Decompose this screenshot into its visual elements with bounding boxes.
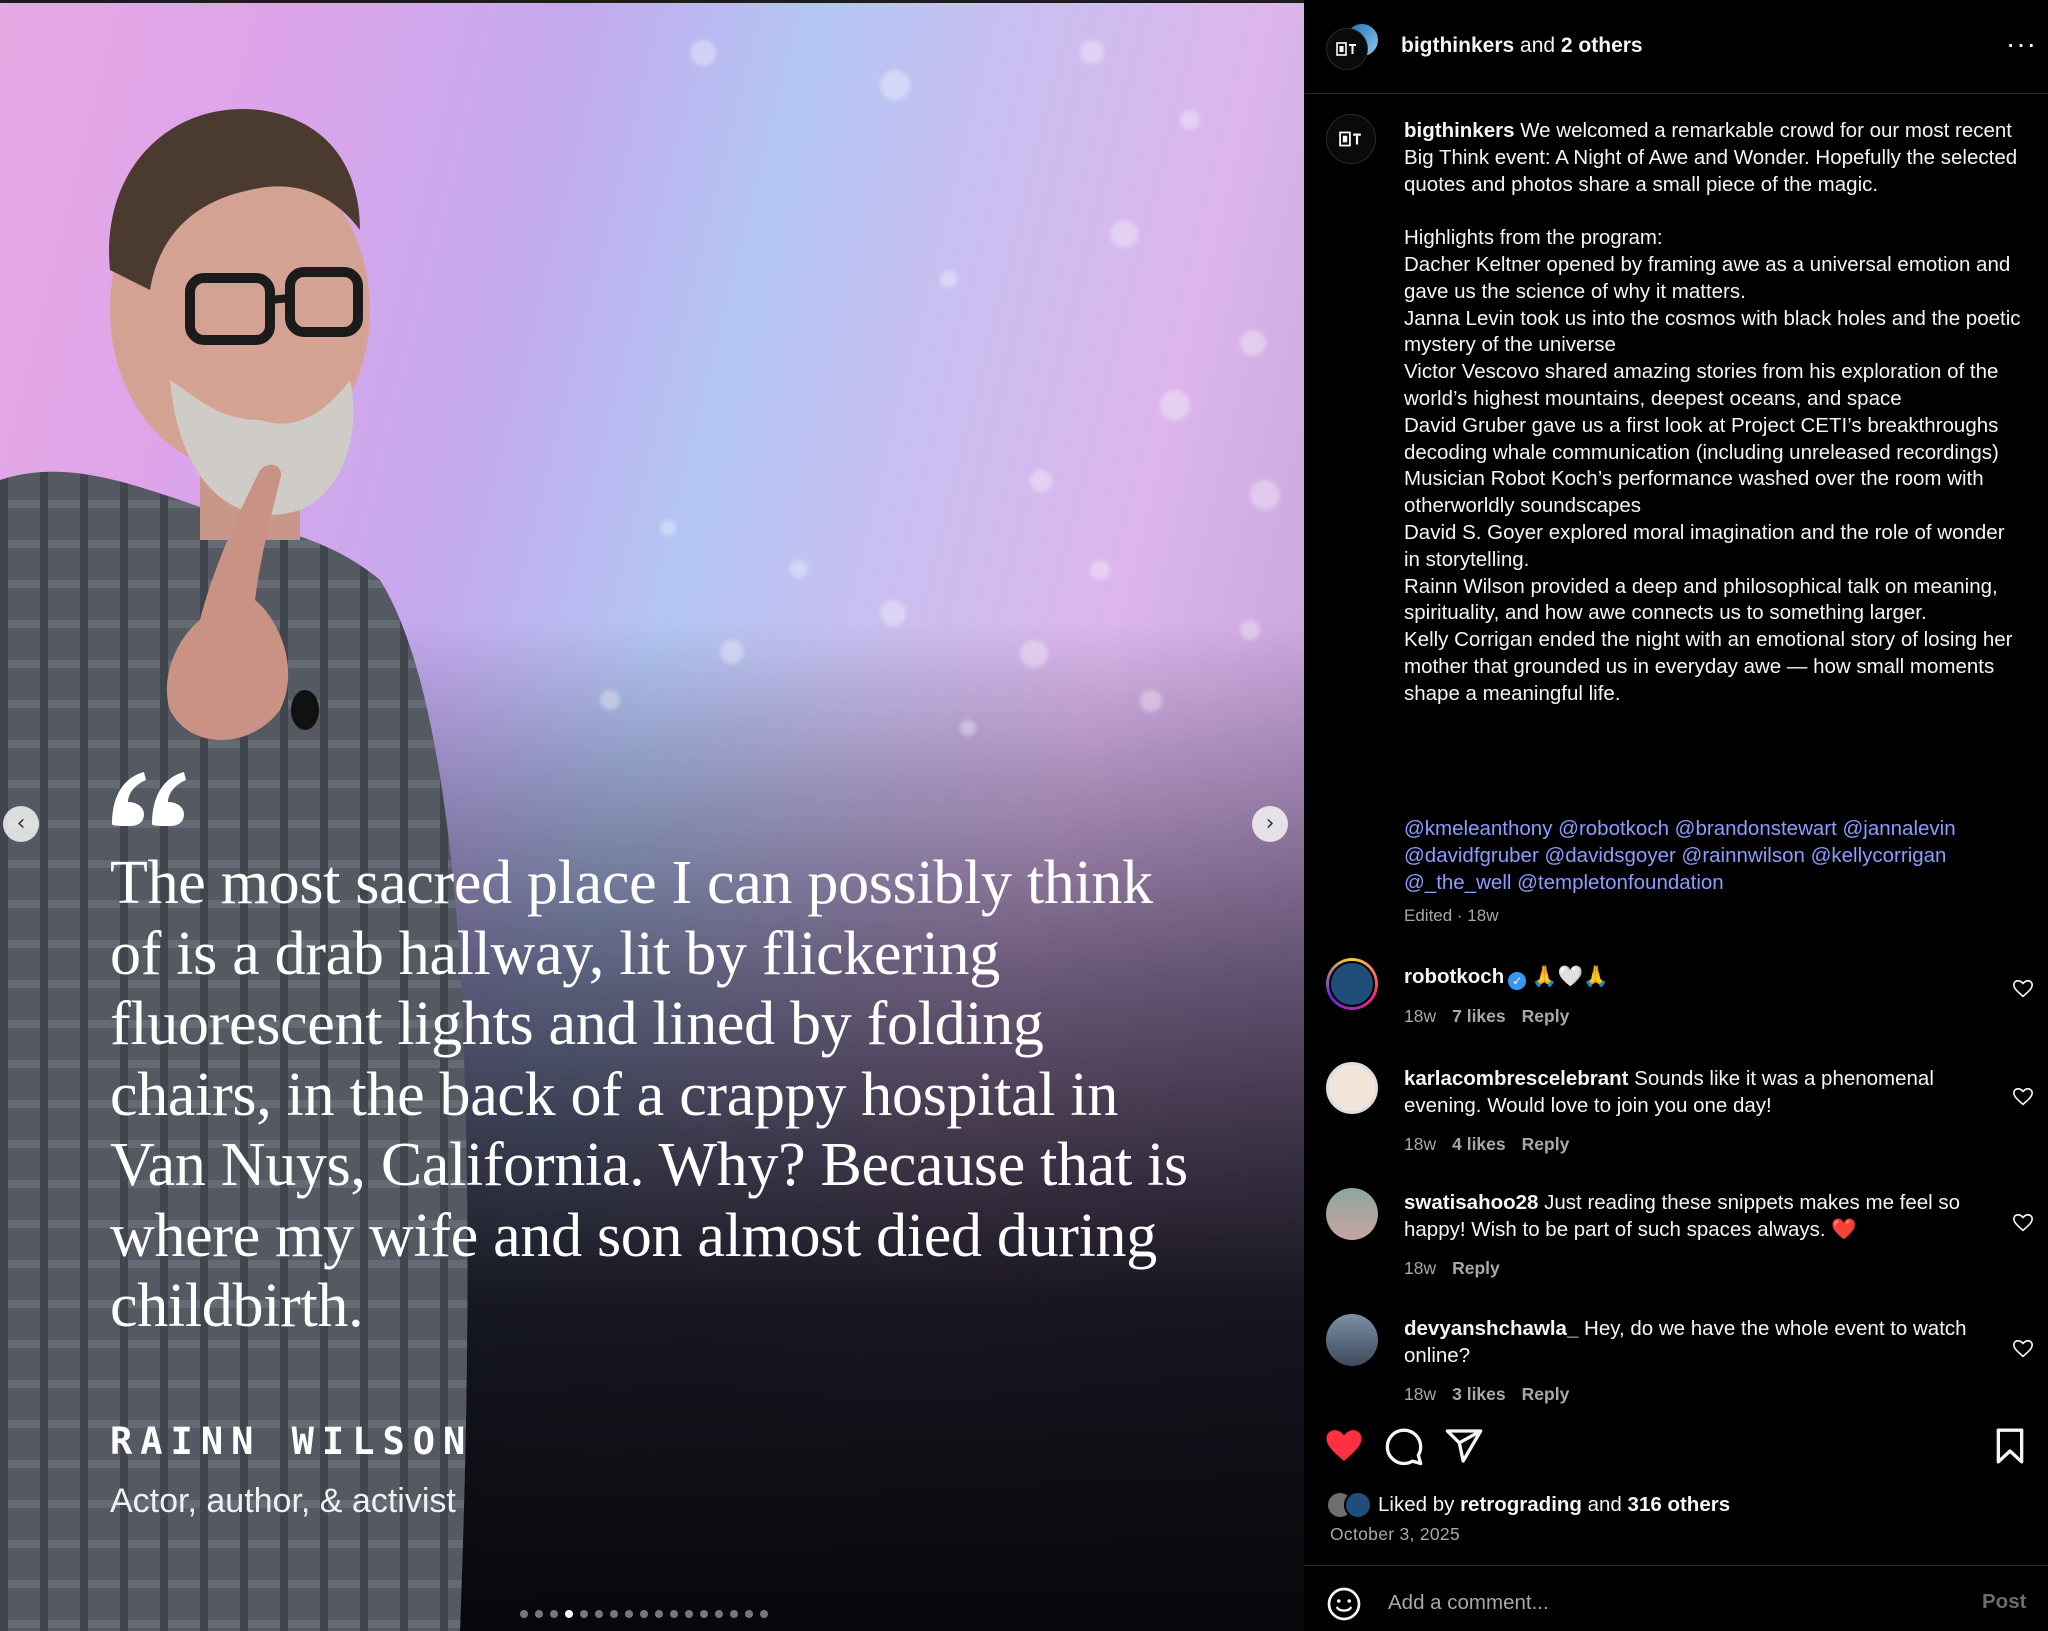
chevron-left-icon: ‹ <box>16 811 26 836</box>
speaker-name: RAINN WILSON <box>110 1420 474 1463</box>
liked-prefix: Liked by <box>1378 1493 1461 1516</box>
comment-time: 18w <box>1404 1384 1437 1404</box>
carousel-dot <box>610 1610 618 1618</box>
bigthink-logo-icon <box>1339 131 1361 147</box>
comment-username[interactable]: karlacombrescelebrant <box>1404 1067 1628 1090</box>
post-header: bigthinkers and 2 others ··· <box>1304 0 2048 94</box>
comment-time: 18w <box>1404 1134 1437 1154</box>
carousel-dot <box>760 1610 768 1618</box>
post-comment-button[interactable]: Post <box>1982 1590 2026 1614</box>
add-comment-bar: Post <box>1304 1565 2048 1631</box>
carousel-dot <box>595 1610 603 1618</box>
bookmark-icon[interactable] <box>1990 1426 2030 1466</box>
comment-bubble-icon[interactable] <box>1384 1426 1424 1466</box>
share-paper-plane-icon[interactable] <box>1444 1426 1484 1466</box>
caption-avatar[interactable] <box>1326 114 1376 164</box>
liked-others[interactable]: 316 others <box>1628 1493 1731 1516</box>
carousel-prev-button[interactable]: ‹ <box>3 806 39 842</box>
comment-meta: 18w Reply <box>1404 1258 1500 1279</box>
comment-username[interactable]: robotkoch <box>1404 965 1504 988</box>
carousel-dot <box>670 1610 678 1618</box>
carousel-dot <box>535 1610 543 1618</box>
header-others[interactable]: 2 others <box>1561 34 1643 57</box>
quote-icon <box>112 772 186 826</box>
comment-input[interactable] <box>1388 1584 1908 1622</box>
comment-text: 🙏🤍🙏 <box>1526 965 1609 988</box>
comment-likes[interactable]: 4 likes <box>1452 1134 1506 1155</box>
comment-time: 18w <box>1404 1258 1437 1278</box>
caption-username[interactable]: bigthinkers <box>1404 119 1515 142</box>
speaker-photo <box>0 109 468 1631</box>
comment-body: swatisahoo28 Just reading these snippets… <box>1404 1190 1984 1244</box>
carousel-dot <box>580 1610 588 1618</box>
carousel-dot <box>565 1610 573 1618</box>
carousel-dot <box>520 1610 528 1618</box>
post-date: October 3, 2025 <box>1330 1524 1460 1544</box>
carousel-dot <box>625 1610 633 1618</box>
liked-by-row[interactable]: Liked by retrograding and 316 others <box>1326 1490 1730 1520</box>
comment-likes[interactable]: 7 likes <box>1452 1006 1506 1027</box>
heart-outline-icon[interactable] <box>2012 1212 2034 1234</box>
comment-meta: 18w 3 likes Reply <box>1404 1384 1569 1405</box>
chevron-right-icon: › <box>1265 811 1275 836</box>
comment-username[interactable]: swatisahoo28 <box>1404 1191 1538 1214</box>
verified-badge-icon: ✓ <box>1508 972 1527 990</box>
comment-reply-button[interactable]: Reply <box>1522 1384 1570 1405</box>
comment-meta: 18w 4 likes Reply <box>1404 1134 1569 1155</box>
speaker-title: Actor, author, & activist <box>110 1482 456 1520</box>
carousel-dot <box>640 1610 648 1618</box>
carousel-dot <box>655 1610 663 1618</box>
comment-body: karlacombrescelebrant Sounds like it was… <box>1404 1066 1984 1120</box>
caption-mentions[interactable]: @kmeleanthony @robotkoch @brandonstewart… <box>1404 816 2026 896</box>
carousel-dot <box>730 1610 738 1618</box>
comment-reply-button[interactable]: Reply <box>1452 1258 1500 1279</box>
carousel-dot <box>550 1610 558 1618</box>
author-avatar[interactable] <box>1326 28 1368 70</box>
carousel-dots <box>520 1610 768 1618</box>
bigthink-logo-icon <box>1336 42 1356 56</box>
more-options-icon[interactable]: ··· <box>2006 30 2037 58</box>
comment-body: robotkoch ✓ 🙏🤍🙏 <box>1404 964 1984 991</box>
like-heart-filled-icon[interactable] <box>1324 1426 1364 1466</box>
header-title[interactable]: bigthinkers and 2 others <box>1401 34 1643 58</box>
liked-user[interactable]: retrograding <box>1460 1493 1582 1516</box>
comment-avatar[interactable] <box>1326 1188 1378 1240</box>
heart-outline-icon[interactable] <box>2012 978 2034 1000</box>
comment-meta: 18w 7 likes Reply <box>1404 1006 1569 1027</box>
comment-reply-button[interactable]: Reply <box>1522 1006 1570 1027</box>
carousel-dot <box>715 1610 723 1618</box>
heart-outline-icon[interactable] <box>2012 1086 2034 1108</box>
quote-text: The most sacred place I can possibly thi… <box>110 849 1188 1340</box>
post-actions <box>1304 1418 2048 1478</box>
caption-body: We welcomed a remarkable crowd for our m… <box>1404 119 2021 705</box>
carousel-next-button[interactable]: › <box>1252 806 1288 842</box>
carousel-dot <box>685 1610 693 1618</box>
comment-body: devyanshchawla_ Hey, do we have the whol… <box>1404 1316 1984 1370</box>
emoji-icon[interactable] <box>1326 1586 1362 1622</box>
carousel-dot <box>700 1610 708 1618</box>
comment-reply-button[interactable]: Reply <box>1522 1134 1570 1155</box>
comment-avatar[interactable] <box>1326 1314 1378 1366</box>
comment-username[interactable]: devyanshchawla_ <box>1404 1317 1578 1340</box>
header-username[interactable]: bigthinkers <box>1401 34 1514 57</box>
caption-text: bigthinkers We welcomed a remarkable cro… <box>1404 118 2026 708</box>
post-details-panel: bigthinkers and 2 others ··· bigthinkers… <box>1304 0 2048 1631</box>
comment-time: 18w <box>1404 1006 1437 1026</box>
liked-mid: and <box>1581 1493 1628 1516</box>
carousel-dot <box>745 1610 753 1618</box>
post-media[interactable]: ‹ › The most sacred place I can possibly… <box>0 0 1304 1631</box>
top-border <box>0 0 1304 3</box>
comment-avatar[interactable] <box>1326 1062 1378 1114</box>
heart-outline-icon[interactable] <box>2012 1338 2034 1360</box>
liker-avatar <box>1344 1491 1372 1519</box>
edited-timestamp: Edited · 18w <box>1404 906 1499 925</box>
header-and: and <box>1514 34 1561 57</box>
liked-by-text[interactable]: Liked by retrograding and 316 others <box>1378 1493 1730 1517</box>
comment-avatar[interactable] <box>1326 958 1378 1010</box>
comment-likes[interactable]: 3 likes <box>1452 1384 1506 1405</box>
